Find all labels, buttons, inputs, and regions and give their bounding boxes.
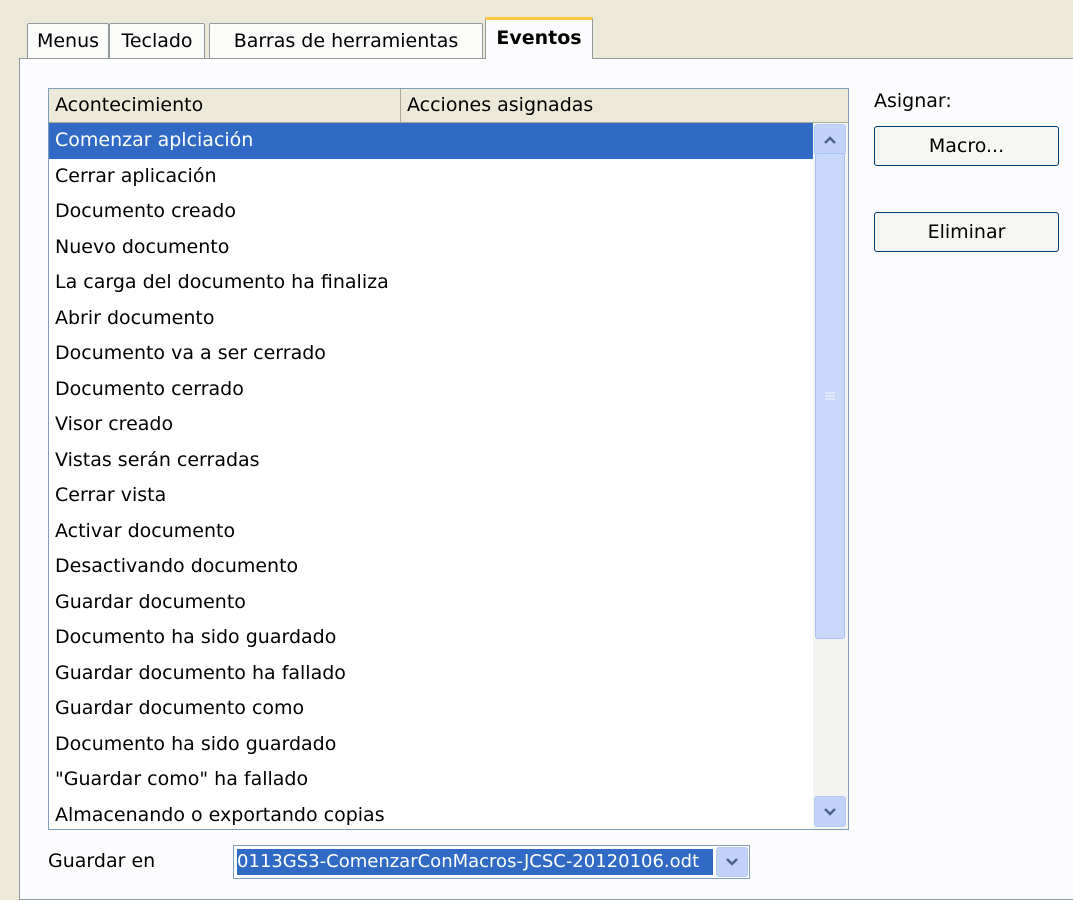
tab-eventos[interactable]: Eventos [485,17,593,59]
list-item[interactable]: Nuevo documento [49,230,813,266]
list-item[interactable]: Cerrar aplicación [49,159,813,195]
scroll-down-button[interactable] [814,796,846,827]
list-item[interactable]: Guardar documento [49,585,813,621]
list-header: Acontecimiento Acciones asignadas [49,89,848,123]
save-in-label: Guardar en [48,850,156,872]
save-in-combobox[interactable]: 0113GS3-ComenzarConMacros-JCSC-20120106.… [233,845,750,879]
scroll-up-icon [824,135,836,144]
macro-button[interactable]: Macro... [874,126,1059,166]
scroll-thumb[interactable] [815,153,845,639]
list-item[interactable]: La carga del documento ha finaliza [49,265,813,301]
list-item[interactable]: Comenzar aplciación [49,123,813,159]
tab-menus-label: Menus [36,30,100,52]
column-header-acontecimiento[interactable]: Acontecimiento [49,89,401,122]
tab-barras-label: Barras de herramientas [233,30,459,52]
column-header-acciones[interactable]: Acciones asignadas [401,89,847,122]
list-item[interactable]: Documento creado [49,194,813,230]
list-item[interactable]: Documento cerrado [49,372,813,408]
tab-menus[interactable]: Menus [27,23,109,59]
list-item[interactable]: Desactivando documento [49,549,813,585]
list-item[interactable]: "Guardar como" ha fallado [49,762,813,798]
list-item[interactable]: Abrir documento [49,301,813,337]
list-item[interactable]: Documento ha sido guardado [49,727,813,763]
combo-dropdown-button[interactable] [716,847,748,877]
list-item[interactable]: Almacenando o exportando copias [49,798,813,830]
event-rows: Comenzar aplciación Cerrar aplicación Docu… [49,123,813,829]
chevron-down-icon [726,858,738,866]
list-item[interactable]: Documento ha sido guardado [49,620,813,656]
list-item[interactable]: Vistas serán cerradas [49,443,813,479]
tab-teclado[interactable]: Teclado [109,23,205,59]
scroll-down-icon [824,807,836,816]
tab-teclado-label: Teclado [121,30,193,52]
delete-button[interactable]: Eliminar [874,212,1059,252]
list-item[interactable]: Guardar documento ha fallado [49,656,813,692]
list-item[interactable]: Guardar documento como [49,691,813,727]
save-in-value: 0113GS3-ComenzarConMacros-JCSC-20120106.… [237,849,713,875]
tab-barras-de-herramientas[interactable]: Barras de herramientas [209,23,483,59]
events-list[interactable]: Acontecimiento Acciones asignadas Comenz… [48,88,849,830]
list-item[interactable]: Visor creado [49,407,813,443]
grip-icon [825,392,835,400]
list-item[interactable]: Activar documento [49,514,813,550]
assign-label: Asignar: [874,90,952,112]
scroll-up-button[interactable] [814,124,846,155]
vertical-scrollbar[interactable] [813,123,848,829]
list-item[interactable]: Cerrar vista [49,478,813,514]
list-item[interactable]: Documento va a ser cerrado [49,336,813,372]
tab-eventos-label: Eventos [496,27,582,49]
